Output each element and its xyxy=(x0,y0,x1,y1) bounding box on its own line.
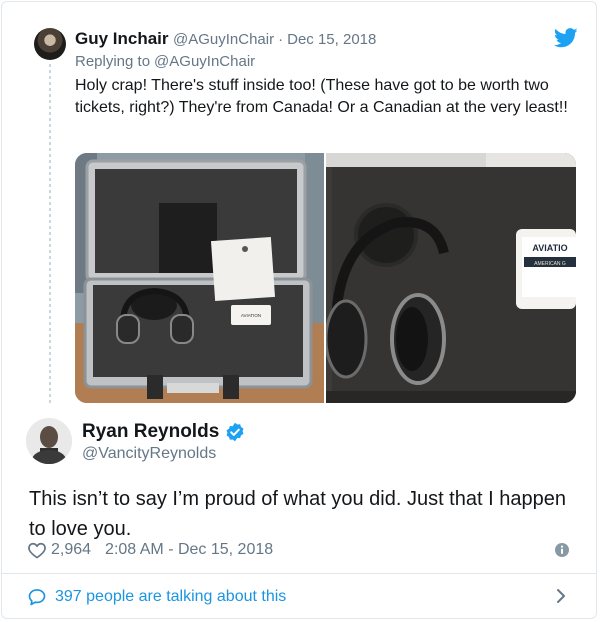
conversation-link[interactable]: 397 people are talking about this xyxy=(27,586,286,608)
tweet-text: This isn’t to say I’m proud of what you … xyxy=(29,488,566,540)
speech-bubble-icon xyxy=(28,589,46,606)
profile-photo xyxy=(26,418,72,464)
avatar[interactable] xyxy=(34,28,66,60)
replying-to-label: Replying to xyxy=(75,53,151,70)
info-icon[interactable] xyxy=(554,542,570,558)
verified-badge-icon xyxy=(226,422,244,442)
briefcase-photo-illustration: AVIATION xyxy=(75,153,324,403)
like-count[interactable]: 2,964 xyxy=(51,541,91,559)
card-label: AVIATION xyxy=(241,313,261,318)
dot-separator: · xyxy=(278,31,284,48)
divider xyxy=(2,573,596,574)
replying-to-line: Replying to @AGuyInChair xyxy=(75,53,255,70)
author-name[interactable]: Guy Inchair xyxy=(75,29,169,49)
replying-to-handle[interactable]: @AGuyInChair xyxy=(154,53,255,70)
card-label: AVIATIO xyxy=(532,243,567,253)
embedded-tweet-card: Guy Inchair @AGuyInChair · Dec 15, 2018 Re… xyxy=(1,1,597,619)
tweet-photo-briefcase[interactable]: AVIATION xyxy=(75,153,324,403)
tweet-photo-headphones-closeup[interactable]: AVIATIO AMERICAN G xyxy=(326,153,576,403)
tweet-timestamp[interactable]: 2:08 AM - Dec 15, 2018 xyxy=(105,541,273,559)
author-name[interactable]: Ryan Reynolds xyxy=(82,421,219,443)
thread-connector-line xyxy=(49,64,51,404)
chevron-right-icon[interactable] xyxy=(553,587,569,605)
headphones-photo-illustration: AVIATIO AMERICAN G xyxy=(326,153,576,403)
author-handle-and-date: @AGuyInChair · Dec 15, 2018 xyxy=(173,31,376,48)
card-sublabel: AMERICAN G xyxy=(534,261,566,267)
tweet-date[interactable]: Dec 15, 2018 xyxy=(287,31,376,48)
replied-to-tweet[interactable]: Guy Inchair @AGuyInChair · Dec 15, 2018 Re… xyxy=(2,2,596,408)
author-handle[interactable]: @VancityReynolds xyxy=(82,445,216,463)
heart-icon[interactable] xyxy=(27,540,47,560)
tweet-meta: 2,964 2:08 AM - Dec 15, 2018 xyxy=(27,538,273,562)
author-name-row: Ryan Reynolds xyxy=(82,419,245,445)
conversation-count-label: 397 people are talking about this xyxy=(55,588,287,605)
author-handle[interactable]: @AGuyInChair xyxy=(173,31,274,48)
twitter-bird-icon[interactable] xyxy=(554,28,578,48)
tweet-text: Holy crap! There's stuff inside too! (Th… xyxy=(75,77,568,116)
photo-grid: AVIATION AVIATIO AMERICAN G xyxy=(75,153,576,403)
avatar[interactable] xyxy=(26,418,72,464)
